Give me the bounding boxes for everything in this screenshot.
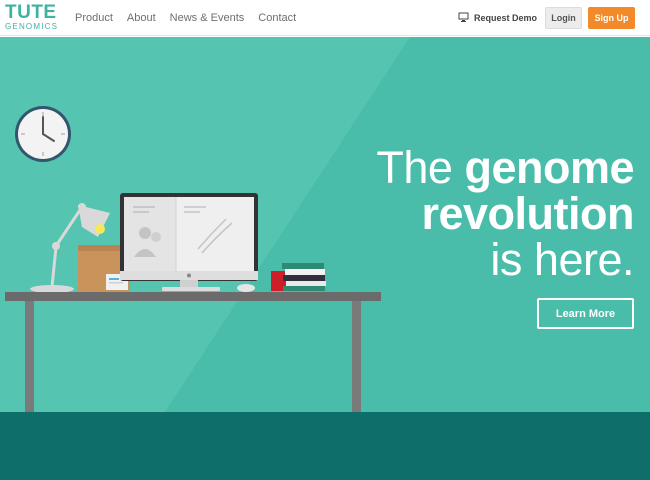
logo-subtitle: GENOMICS bbox=[5, 22, 59, 31]
headline-the: The bbox=[376, 142, 465, 193]
headline-revolution: revolution bbox=[421, 188, 634, 239]
monitor-illustration bbox=[120, 193, 258, 291]
nav-item-news-events[interactable]: News & Events bbox=[170, 12, 245, 24]
request-demo-link[interactable]: Request Demo bbox=[458, 10, 537, 26]
site-header: TUTE GENOMICS Product About News & Event… bbox=[0, 0, 650, 36]
bottom-band bbox=[0, 412, 650, 480]
logo[interactable]: TUTE GENOMICS bbox=[5, 3, 57, 33]
headline-is-here: is here. bbox=[490, 234, 634, 285]
monitor-icon bbox=[458, 9, 469, 27]
logo-wordmark: TUTE bbox=[5, 2, 57, 23]
request-demo-label: Request Demo bbox=[474, 13, 538, 23]
login-button[interactable]: Login bbox=[545, 7, 582, 29]
hero-headline: The genome revolution is here. bbox=[376, 145, 634, 283]
hero-section: The genome revolution is here. Learn Mor… bbox=[0, 37, 650, 412]
headline-genome: genome bbox=[464, 142, 634, 193]
nav-item-contact[interactable]: Contact bbox=[258, 12, 296, 24]
learn-more-button[interactable]: Learn More bbox=[537, 298, 634, 329]
clock-icon bbox=[15, 106, 71, 162]
nav-item-product[interactable]: Product bbox=[75, 12, 113, 24]
books-icon bbox=[282, 263, 326, 291]
signup-button[interactable]: Sign Up bbox=[588, 7, 635, 29]
nav-item-about[interactable]: About bbox=[127, 12, 156, 24]
main-nav: Product About News & Events Contact bbox=[75, 0, 310, 36]
mouse-icon bbox=[237, 284, 255, 292]
